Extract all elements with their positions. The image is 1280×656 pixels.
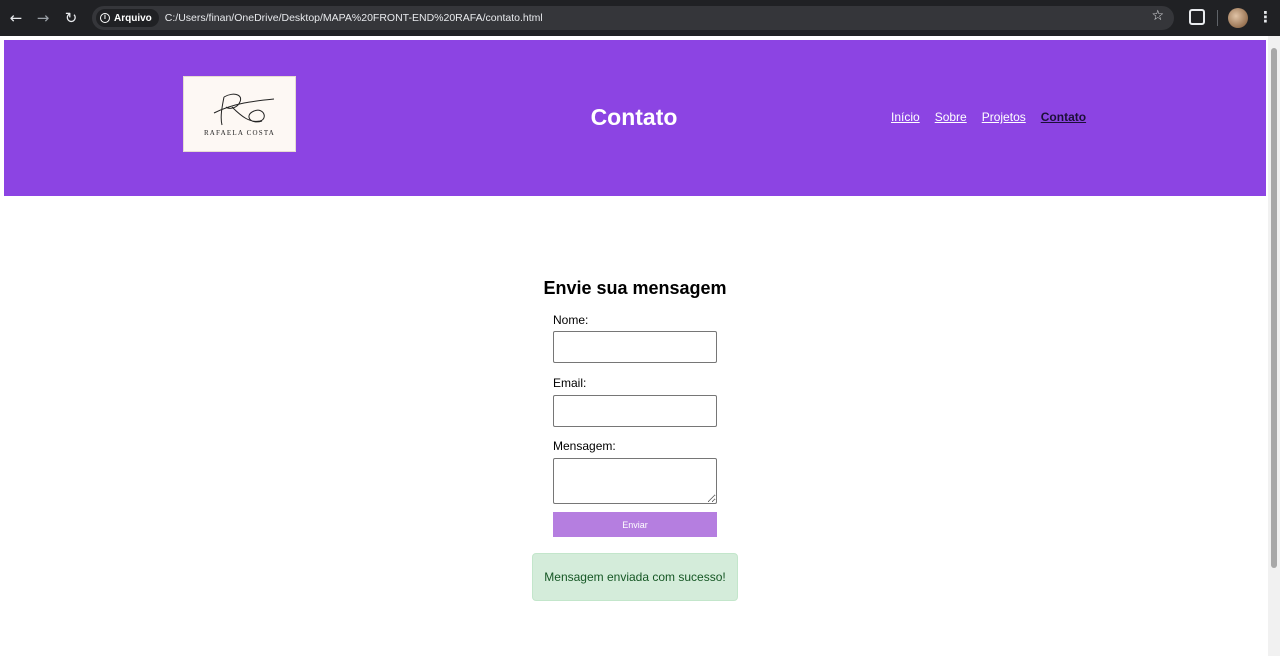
email-input[interactable] bbox=[553, 395, 717, 427]
page-title: Contato bbox=[590, 104, 678, 130]
menu-kebab-icon[interactable]: ⋮ bbox=[1258, 8, 1273, 26]
success-alert: Mensagem enviada com sucesso! bbox=[532, 553, 738, 601]
site-info-chip[interactable]: i Arquivo bbox=[96, 9, 159, 27]
submit-button[interactable]: Enviar bbox=[553, 512, 717, 537]
nav-link-inicio[interactable]: Início bbox=[891, 110, 920, 124]
nav-link-contato[interactable]: Contato bbox=[1041, 110, 1086, 124]
back-icon[interactable]: ← bbox=[6, 8, 26, 28]
site-info-label: Arquivo bbox=[114, 12, 152, 24]
extensions-icon[interactable] bbox=[1189, 9, 1205, 25]
nav-link-projetos[interactable]: Projetos bbox=[982, 110, 1026, 124]
form-heading: Envie sua mensagem bbox=[543, 278, 727, 298]
toolbar-divider bbox=[1217, 10, 1218, 26]
message-textarea[interactable] bbox=[553, 458, 717, 504]
forward-icon[interactable]: → bbox=[33, 8, 53, 28]
logo-text: RAFAELA COSTA bbox=[203, 129, 276, 137]
scrollbar-thumb[interactable] bbox=[1271, 48, 1277, 568]
profile-avatar[interactable] bbox=[1228, 8, 1248, 28]
main-nav: Início Sobre Projetos Contato bbox=[891, 110, 1086, 124]
bookmark-star-icon[interactable]: ☆ bbox=[1151, 8, 1164, 24]
address-bar[interactable]: i Arquivo C:/Users/finan/OneDrive/Deskto… bbox=[92, 6, 1174, 30]
name-input[interactable] bbox=[553, 331, 717, 363]
logo[interactable]: RAFAELA COSTA bbox=[183, 76, 296, 152]
page-scrollbar[interactable] bbox=[1268, 36, 1280, 656]
signature-icon bbox=[213, 93, 275, 126]
email-label: Email: bbox=[553, 376, 587, 390]
success-message: Mensagem enviada com sucesso! bbox=[544, 570, 726, 584]
site-header: RAFAELA COSTA Contato Início Sobre Proje… bbox=[4, 40, 1266, 196]
message-label: Mensagem: bbox=[553, 439, 616, 453]
browser-toolbar: ← → ↻ i Arquivo C:/Users/finan/OneDrive/… bbox=[0, 0, 1280, 36]
nav-link-sobre[interactable]: Sobre bbox=[935, 110, 967, 124]
url-text[interactable]: C:/Users/finan/OneDrive/Desktop/MAPA%20F… bbox=[165, 12, 543, 24]
info-icon: i bbox=[100, 13, 110, 23]
reload-icon[interactable]: ↻ bbox=[61, 8, 81, 28]
page-viewport: RAFAELA COSTA Contato Início Sobre Proje… bbox=[0, 36, 1280, 656]
name-label: Nome: bbox=[553, 313, 589, 327]
